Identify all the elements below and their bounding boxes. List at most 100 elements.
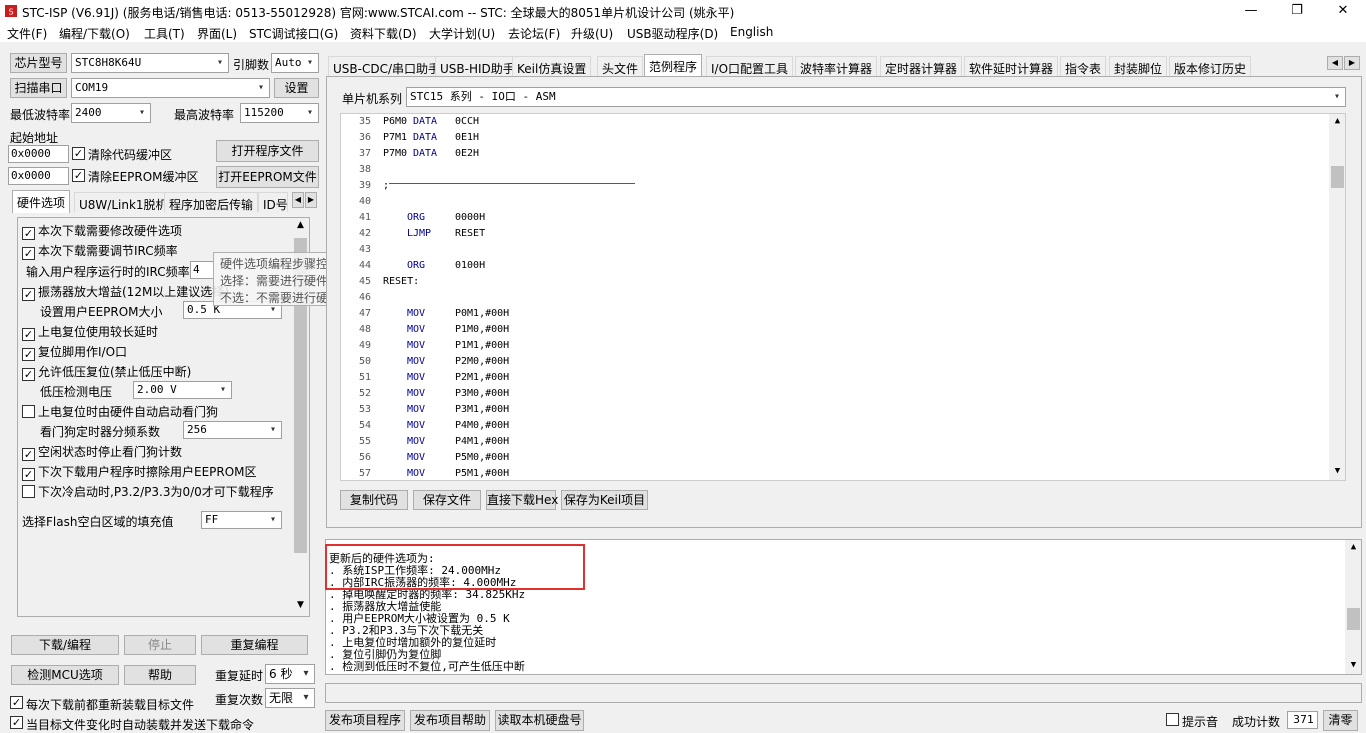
clear-eeprom-checkbox[interactable]: ✓ bbox=[72, 169, 85, 182]
eeprom-address-input[interactable]: 0x0000 bbox=[8, 167, 69, 185]
scroll-up-icon[interactable]: ▲ bbox=[292, 220, 309, 234]
tab-delay-calc[interactable]: 软件延时计算器 bbox=[964, 56, 1059, 76]
settings-button[interactable]: 设置 bbox=[274, 78, 319, 98]
menu-debug[interactable]: STC调试接口(G) bbox=[249, 25, 338, 42]
beep-checkbox[interactable] bbox=[1166, 713, 1179, 726]
open-eeprom-file-button[interactable]: 打开EEPROM文件 bbox=[216, 166, 319, 188]
tab-instruction-table[interactable]: 指令表 bbox=[1060, 56, 1107, 76]
scan-port-button[interactable]: 扫描串口 bbox=[10, 78, 67, 98]
repeat-program-button[interactable]: 重复编程 bbox=[201, 635, 308, 655]
scroll-up-icon[interactable]: ▲ bbox=[1345, 542, 1361, 554]
wdt-auto-checkbox[interactable] bbox=[22, 405, 35, 418]
reset-pin-checkbox[interactable]: ✓ bbox=[22, 348, 35, 361]
tab-baud-calc[interactable]: 波特率计算器 bbox=[795, 56, 878, 76]
tab-u8w-offline[interactable]: U8W/Link1脱机 bbox=[74, 192, 173, 212]
hw-option-p32-download[interactable]: 下次冷启动时,P3.2/P3.3为0/0才可下载程序 bbox=[22, 483, 274, 500]
reload-checkbox[interactable]: ✓ bbox=[10, 696, 23, 709]
pin-count-select[interactable]: Auto ▾ bbox=[271, 53, 319, 73]
menu-english[interactable]: English bbox=[730, 25, 773, 39]
menu-program[interactable]: 编程/下载(O) bbox=[59, 25, 130, 42]
flash-fill-select[interactable]: FF ▾ bbox=[201, 511, 282, 529]
code-scrollbar[interactable]: ▲ ▼ bbox=[1329, 114, 1345, 480]
open-program-file-button[interactable]: 打开程序文件 bbox=[216, 140, 319, 162]
code-editor[interactable]: 35 P6M0 DATA 0CCH 36 P7M1 DATA 0E1H 37 P7M0 DATA 0E… bbox=[340, 113, 1346, 481]
direct-download-hex-button[interactable]: 直接下载Hex bbox=[486, 490, 558, 510]
tab-hardware-options[interactable]: 硬件选项 bbox=[12, 190, 71, 213]
idle-wdt-checkbox[interactable]: ✓ bbox=[22, 448, 35, 461]
scroll-up-icon[interactable]: ▲ bbox=[1329, 116, 1345, 128]
close-button[interactable]: ✕ bbox=[1320, 0, 1366, 22]
scroll-thumb[interactable] bbox=[1331, 166, 1344, 188]
save-file-button[interactable]: 保存文件 bbox=[413, 490, 481, 510]
chip-model-button[interactable]: 芯片型号 bbox=[10, 53, 67, 73]
hw-option-adjust-irc[interactable]: ✓ 本次下载需要调节IRC频率 bbox=[22, 242, 178, 260]
tab-package-pins[interactable]: 封装脚位 bbox=[1109, 56, 1168, 76]
hw-option-osc-gain[interactable]: ✓ 振荡器放大增益(12M以上建议选择) bbox=[22, 283, 229, 301]
osc-gain-checkbox[interactable]: ✓ bbox=[22, 288, 35, 301]
read-disk-id-button[interactable]: 读取本机硬盘号 bbox=[495, 710, 584, 731]
menu-interface[interactable]: 界面(L) bbox=[197, 25, 237, 42]
menu-download-docs[interactable]: 资料下载(D) bbox=[350, 25, 417, 42]
tab-encrypted-transfer[interactable]: 程序加密后传输 bbox=[164, 192, 259, 212]
menu-university[interactable]: 大学计划(U) bbox=[429, 25, 495, 42]
save-keil-project-button[interactable]: 保存为Keil项目 bbox=[561, 490, 648, 510]
code-address-input[interactable]: 0x0000 bbox=[8, 145, 69, 163]
auto-load-checkbox[interactable]: ✓ bbox=[10, 716, 23, 729]
lvd-voltage-select[interactable]: 2.00 V ▾ bbox=[133, 381, 232, 399]
tab-header-files[interactable]: 头文件 bbox=[597, 56, 644, 76]
chip-model-select[interactable]: STC8H8K64U ▾ bbox=[71, 53, 229, 73]
hw-option-wdt-auto[interactable]: 上电复位时由硬件自动启动看门狗 bbox=[22, 403, 218, 420]
menu-file[interactable]: 文件(F) bbox=[7, 25, 47, 42]
tab-id[interactable]: ID号 bbox=[258, 192, 288, 212]
repeat-delay-select[interactable]: 6 秒 ▾ bbox=[265, 664, 315, 684]
tab-scroll-right-icon[interactable]: ▶ bbox=[305, 192, 317, 208]
maximize-button[interactable]: ❐ bbox=[1274, 0, 1320, 22]
tab-sample-programs[interactable]: 范例程序 bbox=[644, 54, 703, 77]
tab-timer-calc[interactable]: 定时器计算器 bbox=[880, 56, 963, 76]
hw-option-idle-wdt[interactable]: ✓ 空闲状态时停止看门狗计数 bbox=[22, 443, 182, 461]
wdt-divider-select[interactable]: 256 ▾ bbox=[183, 421, 282, 439]
tab-usb-hid[interactable]: USB-HID助手 bbox=[435, 56, 520, 76]
copy-code-button[interactable]: 复制代码 bbox=[340, 490, 408, 510]
scroll-down-icon[interactable]: ▼ bbox=[292, 600, 309, 614]
right-tab-scroll-left-icon[interactable]: ◀ bbox=[1327, 56, 1343, 70]
hw-option-power-delay[interactable]: ✓ 上电复位使用较长延时 bbox=[22, 323, 158, 341]
power-delay-checkbox[interactable]: ✓ bbox=[22, 328, 35, 341]
irc-frequency-input[interactable]: 4 bbox=[190, 261, 214, 279]
repeat-count-select[interactable]: 无限 ▾ bbox=[265, 688, 315, 708]
tab-version-history[interactable]: 版本修订历史 bbox=[1169, 56, 1252, 76]
stop-button[interactable]: 停止 bbox=[124, 635, 196, 655]
clear-code-checkbox[interactable]: ✓ bbox=[72, 147, 85, 160]
adjust-irc-checkbox[interactable]: ✓ bbox=[22, 247, 35, 260]
p32-checkbox[interactable] bbox=[22, 485, 35, 498]
hw-option-modify[interactable]: ✓ 本次下载需要修改硬件选项 bbox=[22, 222, 182, 240]
menu-upgrade[interactable]: 升级(U) bbox=[571, 25, 613, 42]
tab-usb-cdc[interactable]: USB-CDC/串口助手 bbox=[328, 56, 446, 76]
hw-option-erase-eeprom[interactable]: ✓ 下次下载用户程序时擦除用户EEPROM区 bbox=[22, 463, 257, 481]
publish-help-button[interactable]: 发布项目帮助 bbox=[410, 710, 490, 731]
menu-forum[interactable]: 去论坛(F) bbox=[508, 25, 560, 42]
min-baud-select[interactable]: 2400 ▾ bbox=[71, 103, 151, 123]
mcu-series-select[interactable]: STC15 系列 - IO口 - ASM ▾ bbox=[406, 87, 1346, 107]
tab-keil-sim[interactable]: Keil仿真设置 bbox=[512, 56, 592, 76]
help-button[interactable]: 帮助 bbox=[124, 665, 196, 685]
erase-eeprom-checkbox[interactable]: ✓ bbox=[22, 468, 35, 481]
menu-tools[interactable]: 工具(T) bbox=[144, 25, 185, 42]
tab-scroll-left-icon[interactable]: ◀ bbox=[292, 192, 304, 208]
check-mcu-button[interactable]: 检测MCU选项 bbox=[11, 665, 119, 685]
menu-usb-driver[interactable]: USB驱动程序(D) bbox=[627, 25, 718, 42]
tab-io-config[interactable]: I/O口配置工具 bbox=[706, 56, 794, 76]
modify-hw-checkbox[interactable]: ✓ bbox=[22, 227, 35, 240]
download-program-button[interactable]: 下载/编程 bbox=[11, 635, 119, 655]
max-baud-select[interactable]: 115200 ▾ bbox=[240, 103, 319, 123]
port-select[interactable]: COM19 ▾ bbox=[71, 78, 270, 98]
hw-option-reset-pin[interactable]: ✓ 复位脚用作I/O口 bbox=[22, 343, 127, 361]
publish-project-button[interactable]: 发布项目程序 bbox=[325, 710, 405, 731]
scroll-thumb[interactable] bbox=[1347, 608, 1360, 630]
right-tab-scroll-right-icon[interactable]: ▶ bbox=[1344, 56, 1360, 70]
lvr-checkbox[interactable]: ✓ bbox=[22, 368, 35, 381]
scroll-down-icon[interactable]: ▼ bbox=[1345, 660, 1361, 672]
hw-option-lvr[interactable]: ✓ 允许低压复位(禁止低压中断) bbox=[22, 363, 191, 381]
scroll-down-icon[interactable]: ▼ bbox=[1329, 466, 1345, 478]
output-scrollbar[interactable]: ▲ ▼ bbox=[1345, 540, 1361, 674]
